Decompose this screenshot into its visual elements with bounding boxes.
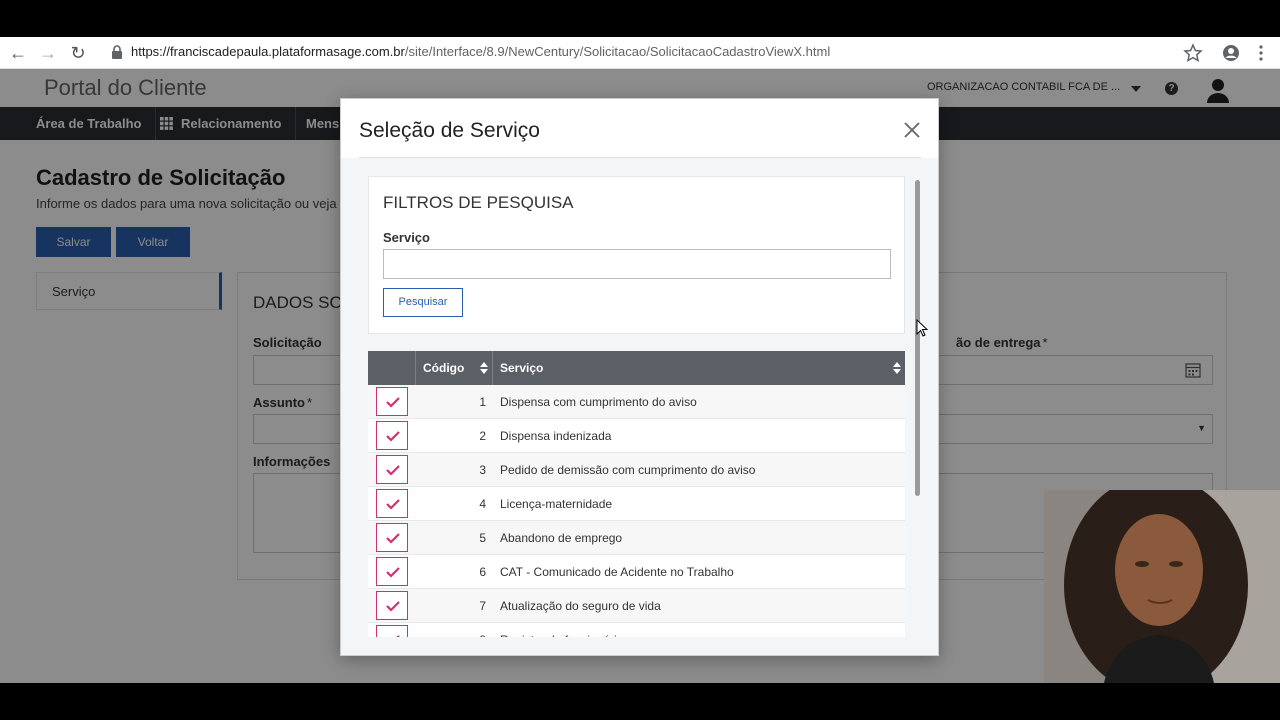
row-code: 3 [479,463,486,477]
sort-icon[interactable] [480,362,488,374]
service-filter-label: Serviço [383,230,430,245]
row-code: 6 [479,565,486,579]
table-row[interactable]: 6 CAT - Comunicado de Acidente no Trabal… [368,555,905,589]
modal-scrollbar[interactable] [915,180,920,496]
close-icon[interactable] [903,121,921,139]
forward-arrow-icon[interactable]: → [38,43,58,63]
row-code: 7 [479,599,486,613]
search-button[interactable]: Pesquisar [383,288,463,317]
column-divider [415,351,416,385]
table-row[interactable]: 1 Dispensa com cumprimento do aviso [368,385,905,419]
check-icon [386,567,400,578]
kebab-menu-icon[interactable] [1251,43,1271,63]
table-row[interactable]: 4 Licença-maternidade [368,487,905,521]
check-icon [386,601,400,612]
filters-title: FILTROS DE PESQUISA [383,193,574,212]
reload-icon[interactable]: ↻ [68,43,88,63]
table-row[interactable]: 2 Dispensa indenizada [368,419,905,453]
bookmark-star-icon[interactable] [1183,43,1203,63]
row-code: 5 [479,531,486,545]
row-service: Pedido de demissão com cumprimento do av… [500,463,756,477]
browser-toolbar: ← → ↻ https://franciscadepaula.plataform… [0,37,1280,69]
table-row[interactable]: 5 Abandono de emprego [368,521,905,555]
address-bar[interactable]: https://franciscadepaula.plataformasage.… [131,44,830,59]
lock-icon [112,45,122,59]
services-grid: Código Serviço 1 Dispensa com cumpriment… [368,351,905,637]
row-checkbox[interactable] [376,387,408,416]
check-icon [386,431,400,442]
modal-title: Seleção de Serviço [359,119,540,142]
profile-icon[interactable] [1221,43,1241,63]
presenter-video-image [1044,490,1280,683]
table-row[interactable]: 8 Registro de funcionário [368,623,905,637]
column-header-code[interactable]: Código [423,351,464,385]
check-icon [386,533,400,544]
mouse-cursor-icon [916,319,928,337]
row-code: 4 [479,497,486,511]
row-service: Dispensa com cumprimento do aviso [500,395,697,409]
row-checkbox[interactable] [376,489,408,518]
grid-header: Código Serviço [368,351,905,385]
sort-icon[interactable] [893,362,901,374]
row-checkbox[interactable] [376,523,408,552]
modal-body: FILTROS DE PESQUISA Serviço Pesquisar Có… [341,158,938,655]
video-letterbox-bottom [0,683,1280,720]
service-selection-modal: Seleção de Serviço FILTROS DE PESQUISA S… [340,98,939,656]
row-checkbox[interactable] [376,421,408,450]
row-service: Abandono de emprego [500,531,623,545]
row-checkbox[interactable] [376,591,408,620]
url-host: https://franciscadepaula.plataformasage.… [131,44,405,59]
row-checkbox[interactable] [376,455,408,484]
check-icon [386,397,400,408]
row-service: Dispensa indenizada [500,429,612,443]
back-arrow-icon[interactable]: ← [8,43,28,63]
column-divider [492,351,493,385]
row-service: Atualização do seguro de vida [500,599,661,613]
row-checkbox[interactable] [376,557,408,586]
check-icon [386,499,400,510]
row-service: Licença-maternidade [500,497,613,511]
table-row[interactable]: 7 Atualização do seguro de vida [368,589,905,623]
filter-card: FILTROS DE PESQUISA Serviço Pesquisar [368,176,905,334]
service-search-input[interactable] [383,249,891,279]
check-icon [386,465,400,476]
row-service: Registro de funcionário [500,623,623,637]
check-icon [396,635,400,637]
column-header-service[interactable]: Serviço [500,351,543,385]
row-service: CAT - Comunicado de Acidente no Trabalho [500,565,734,579]
table-row[interactable]: 3 Pedido de demissão com cumprimento do … [368,453,905,487]
row-code: 1 [479,395,486,409]
video-letterbox-top [0,0,1280,37]
row-code: 8 [416,623,486,637]
webcam-overlay [1044,490,1280,683]
url-path: /site/Interface/8.9/NewCentury/Solicitac… [404,44,831,59]
row-checkbox[interactable] [376,625,408,637]
row-code: 2 [479,429,486,443]
